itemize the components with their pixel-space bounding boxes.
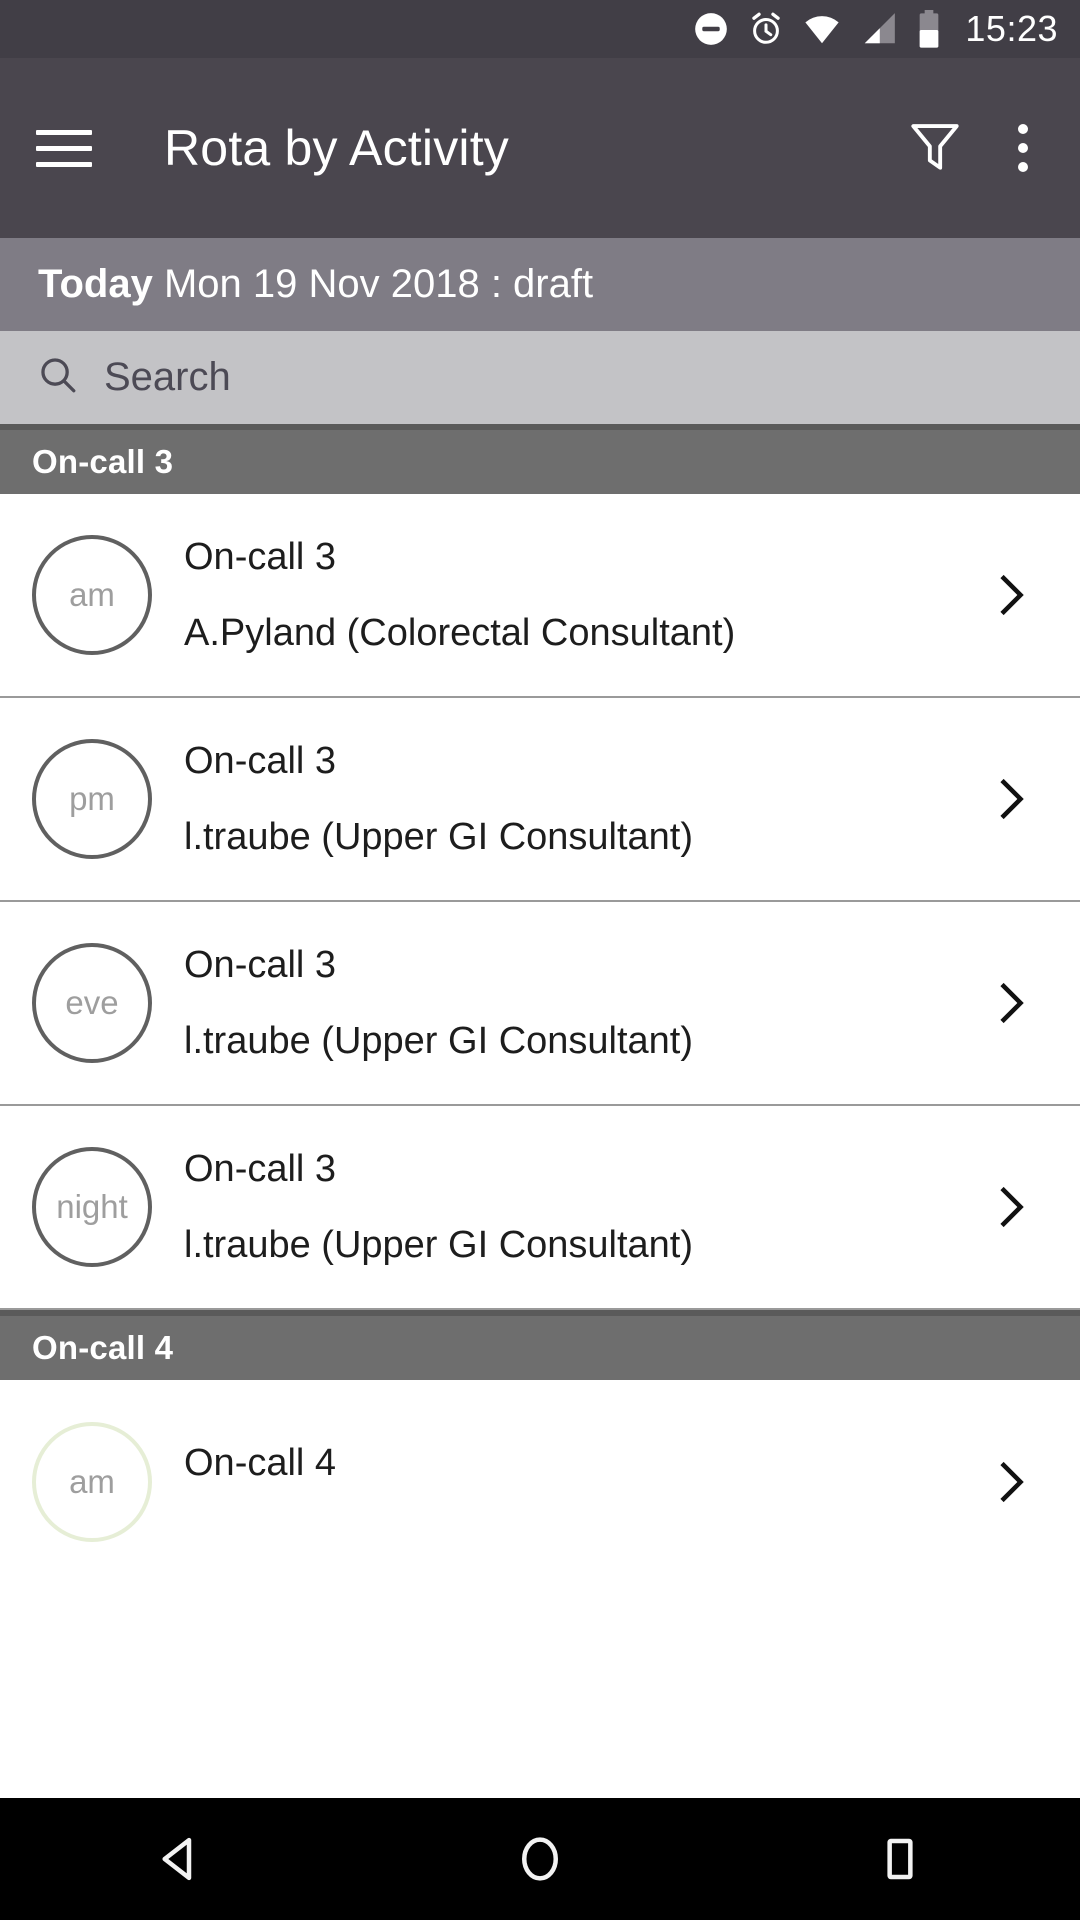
back-triangle-icon[interactable] xyxy=(100,1832,260,1886)
activity-subtitle: A.Pyland (Colorectal Consultant) xyxy=(184,612,736,654)
date-bar-prefix: Today xyxy=(38,262,153,306)
activity-title: On-call 3 xyxy=(184,740,337,782)
activity-title: On-call 3 xyxy=(184,536,337,578)
app-bar: Rota by Activity xyxy=(0,58,1080,238)
period-label: pm xyxy=(69,780,115,817)
period-avatar: pm xyxy=(32,739,152,859)
list-item-body: On-call 3 l.traube (Upper GI Consultant) xyxy=(184,742,966,856)
status-bar: 15:23 xyxy=(0,0,1080,58)
chevron-right-icon[interactable] xyxy=(966,1181,1056,1233)
chevron-right-icon[interactable] xyxy=(966,569,1056,621)
period-avatar: eve xyxy=(32,943,152,1063)
list-item[interactable]: eve On-call 3 l.traube (Upper GI Consult… xyxy=(0,902,1080,1106)
section-header-on-call-3: On-call 3 xyxy=(0,424,1080,494)
do-not-disturb-icon xyxy=(692,10,730,48)
list-item-body: On-call 3 l.traube (Upper GI Consultant) xyxy=(184,946,966,1060)
section-header-label: On-call 4 xyxy=(32,1329,174,1366)
list-item-body: On-call 3 l.traube (Upper GI Consultant) xyxy=(184,1150,966,1264)
home-circle-icon[interactable] xyxy=(460,1832,620,1886)
activity-list[interactable]: On-call 3 am On-call 3 A.Pyland (Colorec… xyxy=(0,424,1080,1798)
activity-subtitle: l.traube (Upper GI Consultant) xyxy=(184,1224,694,1266)
activity-subtitle: l.traube (Upper GI Consultant) xyxy=(184,1020,694,1062)
period-label: am xyxy=(69,1463,115,1500)
period-avatar: am xyxy=(32,1422,152,1542)
recents-square-icon[interactable] xyxy=(820,1832,980,1886)
activity-title: On-call 3 xyxy=(184,944,337,986)
period-avatar: am xyxy=(32,535,152,655)
filter-funnel-icon[interactable] xyxy=(904,115,966,182)
list-item-body: On-call 4 xyxy=(184,1444,966,1520)
list-item[interactable]: night On-call 3 l.traube (Upper GI Consu… xyxy=(0,1106,1080,1310)
period-label: eve xyxy=(65,984,119,1021)
date-bar-date: Mon 19 Nov 2018 : draft xyxy=(163,262,594,306)
search-icon xyxy=(36,353,80,402)
section-header-on-call-4: On-call 4 xyxy=(0,1310,1080,1380)
battery-icon xyxy=(916,9,942,49)
wifi-icon xyxy=(802,10,842,48)
android-nav-bar xyxy=(0,1798,1080,1920)
alarm-icon xyxy=(747,10,785,48)
list-item[interactable]: am On-call 3 A.Pyland (Colorectal Consul… xyxy=(0,494,1080,698)
overflow-menu-icon[interactable] xyxy=(1012,118,1034,178)
search-bar[interactable]: Search xyxy=(0,331,1080,424)
status-bar-clock: 15:23 xyxy=(965,8,1058,49)
app-screen: 15:23 Rota by Activity Today Mon 19 Nov … xyxy=(0,0,1080,1920)
page-title: Rota by Activity xyxy=(164,120,509,176)
activity-subtitle: l.traube (Upper GI Consultant) xyxy=(184,816,694,858)
date-bar-text: Today Mon 19 Nov 2018 : draft xyxy=(38,262,593,307)
cell-signal-icon xyxy=(859,10,899,48)
section-header-label: On-call 3 xyxy=(32,443,174,480)
app-bar-actions xyxy=(904,115,1044,182)
period-avatar: night xyxy=(32,1147,152,1267)
list-item-body: On-call 3 A.Pyland (Colorectal Consultan… xyxy=(184,538,966,652)
chevron-right-icon[interactable] xyxy=(966,1456,1056,1508)
search-input[interactable]: Search xyxy=(104,355,231,400)
chevron-right-icon[interactable] xyxy=(966,977,1056,1029)
activity-title: On-call 4 xyxy=(184,1442,337,1484)
list-item[interactable]: pm On-call 3 l.traube (Upper GI Consulta… xyxy=(0,698,1080,902)
period-label: am xyxy=(69,576,115,613)
list-item[interactable]: am On-call 4 xyxy=(0,1380,1080,1584)
chevron-right-icon[interactable] xyxy=(966,773,1056,825)
period-label: night xyxy=(56,1188,128,1225)
activity-title: On-call 3 xyxy=(184,1148,337,1190)
date-bar[interactable]: Today Mon 19 Nov 2018 : draft xyxy=(0,238,1080,331)
hamburger-menu-icon[interactable] xyxy=(36,129,92,167)
